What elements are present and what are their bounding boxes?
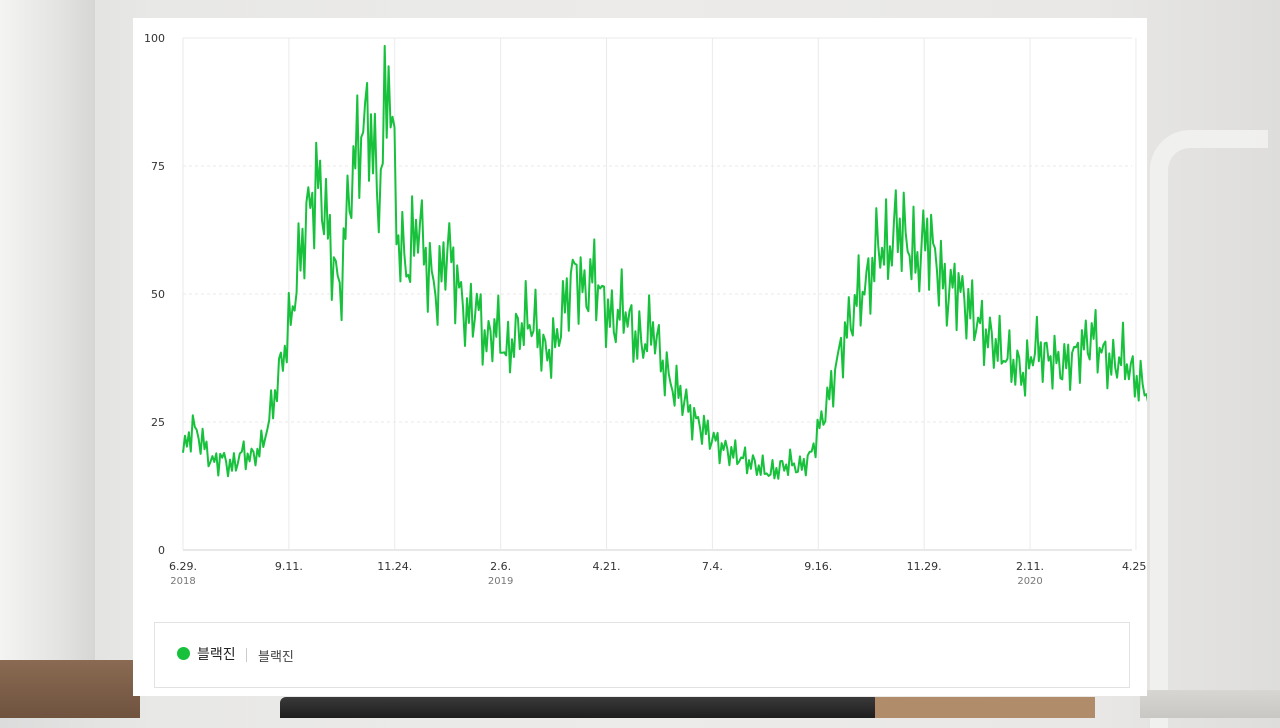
chart-card: 0 25 50 75 100 6.29. 2018 9.11. 11.24. 2.6. 2019 4… bbox=[133, 18, 1147, 696]
series-line bbox=[182, 44, 1147, 480]
y-tick-label: 50 bbox=[151, 288, 165, 301]
background-floor bbox=[0, 660, 140, 718]
x-tick-label: 6.29. bbox=[169, 560, 197, 573]
background-floor-right bbox=[1140, 690, 1280, 718]
x-tick-label: 11.29. bbox=[907, 560, 942, 573]
y-axis: 0 25 50 75 100 bbox=[144, 32, 165, 557]
y-tick-label: 0 bbox=[158, 544, 165, 557]
legend: 블랙진 블랙진 bbox=[154, 622, 1130, 688]
x-tick-label: 11.24. bbox=[377, 560, 412, 573]
background-door-frame bbox=[1150, 130, 1268, 728]
x-tick-label: 2.11. bbox=[1016, 560, 1044, 573]
background-chair bbox=[280, 697, 880, 718]
x-tick-year: 2018 bbox=[170, 576, 195, 587]
legend-marker-icon bbox=[177, 647, 190, 660]
background-wall bbox=[0, 0, 95, 718]
legend-sub-label: 블랙진 bbox=[258, 650, 294, 665]
background-cabinet bbox=[875, 697, 1095, 718]
legend-label[interactable]: 블랙진 bbox=[197, 644, 236, 664]
line-chart: 0 25 50 75 100 6.29. 2018 9.11. 11.24. 2.6. 2019 4… bbox=[144, 32, 1147, 587]
x-tick-label: 2.6. bbox=[490, 560, 511, 573]
x-tick-year: 2020 bbox=[1017, 576, 1042, 587]
x-tick-label: 4.25. bbox=[1122, 560, 1147, 573]
x-tick-label: 9.11. bbox=[275, 560, 303, 573]
legend-separator bbox=[246, 648, 247, 662]
grid-lines bbox=[182, 37, 1137, 551]
x-tick-year: 2019 bbox=[488, 576, 513, 587]
x-tick-label: 9.16. bbox=[804, 560, 832, 573]
x-tick-label: 4.21. bbox=[593, 560, 621, 573]
y-tick-label: 25 bbox=[151, 416, 165, 429]
y-tick-label: 75 bbox=[151, 160, 165, 173]
y-tick-label: 100 bbox=[144, 32, 165, 45]
x-tick-label: 7.4. bbox=[702, 560, 723, 573]
x-axis: 6.29. 2018 9.11. 11.24. 2.6. 2019 4.21. 7.4. 9.1… bbox=[169, 560, 1147, 587]
